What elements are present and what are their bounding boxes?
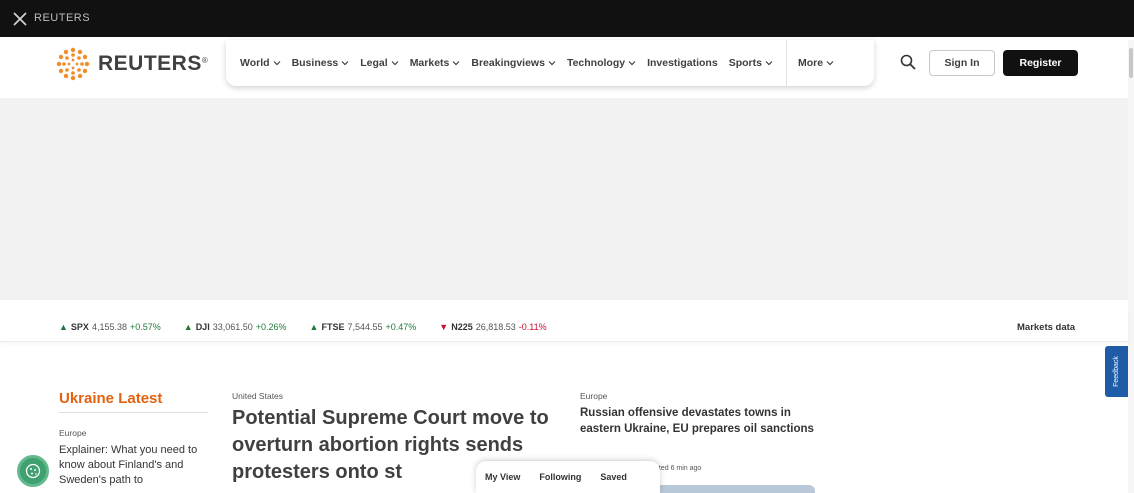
register-button[interactable]: Register: [1003, 50, 1078, 76]
cookie-settings-button[interactable]: [17, 455, 49, 487]
main-nav: World Business Legal Markets Breakingvie…: [226, 40, 874, 86]
ticker-value: 33,061.50: [212, 321, 253, 332]
ticker-symbol: N225: [451, 321, 473, 332]
ticker-value: 26,818.53: [475, 321, 516, 332]
arrow-up-icon: ▲: [309, 321, 319, 332]
strip-label: REUTERS: [34, 12, 91, 24]
ticker-change: +0.47%: [385, 321, 417, 332]
logo-text: REUTERS®: [98, 52, 209, 75]
updated-time: ated 6 min ago: [655, 465, 702, 472]
chevron-down-icon: [548, 61, 556, 66]
markets-data-link[interactable]: Markets data: [1017, 322, 1075, 333]
top-strip: REUTERS: [0, 0, 1134, 37]
scrollbar-thumb[interactable]: [1129, 48, 1133, 78]
cookie-icon: [25, 463, 41, 479]
chevron-down-icon: [341, 61, 349, 66]
ticker-ftse[interactable]: ▲ FTSE 7,544.55 +0.47%: [310, 322, 417, 332]
second-headline[interactable]: Russian offensive devastates towns in ea…: [580, 405, 820, 437]
nav-divider: [785, 40, 787, 86]
feedback-tab[interactable]: Feedback: [1105, 346, 1128, 397]
nav-world[interactable]: World: [240, 57, 281, 69]
chevron-down-icon: [391, 61, 399, 66]
saved-tab[interactable]: Saved: [600, 472, 627, 482]
ticker-symbol: FTSE: [321, 321, 345, 332]
feedback-label: Feedback: [1113, 356, 1120, 387]
nav-markets[interactable]: Markets: [410, 57, 461, 69]
nav-legal[interactable]: Legal: [360, 57, 399, 69]
chevron-down-icon: [826, 61, 834, 66]
ad-placeholder: [0, 98, 1128, 300]
nav-technology[interactable]: Technology: [567, 57, 636, 69]
chevron-down-icon: [452, 61, 460, 66]
market-ticker: ▲ SPX 4,155.38 +0.57% ▲ DJI 33,061.50 +0…: [0, 312, 1128, 342]
lead-kicker[interactable]: United States: [232, 391, 283, 401]
ukraine-kicker[interactable]: Europe: [59, 428, 86, 438]
ticker-value: 7,544.55: [347, 321, 383, 332]
ticker-spx[interactable]: ▲ SPX 4,155.38 +0.57%: [59, 322, 161, 332]
nav-breakingviews[interactable]: Breakingviews: [471, 57, 556, 69]
section-divider: [59, 412, 208, 413]
my-view-bar: My View Following Saved: [476, 461, 660, 493]
nav-business[interactable]: Business: [292, 57, 350, 69]
ticker-change: +0.26%: [255, 321, 287, 332]
chevron-down-icon: [765, 61, 773, 66]
ticker-change: +0.57%: [129, 321, 161, 332]
nav-investigations[interactable]: Investigations: [647, 57, 718, 69]
following-tab[interactable]: Following: [539, 472, 581, 482]
ukraine-latest-heading[interactable]: Ukraine Latest: [59, 390, 162, 407]
ticker-dji[interactable]: ▲ DJI 33,061.50 +0.26%: [184, 322, 287, 332]
ticker-symbol: SPX: [70, 321, 89, 332]
close-icon[interactable]: [12, 11, 28, 27]
reuters-logo[interactable]: REUTERS®: [56, 46, 208, 82]
nav-more[interactable]: More: [798, 57, 834, 69]
nav-sports[interactable]: Sports: [729, 57, 773, 69]
sign-in-button[interactable]: Sign In: [929, 50, 995, 76]
ticker-change: -0.11%: [518, 321, 547, 332]
chevron-down-icon: [273, 61, 280, 66]
arrow-up-icon: ▲: [59, 321, 68, 332]
arrow-down-icon: ▼: [439, 321, 449, 332]
chevron-down-icon: [628, 61, 636, 66]
arrow-up-icon: ▲: [183, 321, 193, 332]
my-view-tab[interactable]: My View: [485, 472, 520, 482]
ukraine-story-headline[interactable]: Explainer: What you need to know about F…: [59, 443, 211, 488]
ticker-n225[interactable]: ▼ N225 26,818.53 -0.11%: [439, 322, 546, 332]
search-icon[interactable]: [900, 54, 916, 70]
second-kicker[interactable]: Europe: [580, 391, 607, 401]
ticker-value: 4,155.38: [91, 321, 127, 332]
ticker-symbol: DJI: [195, 321, 210, 332]
logo-mark-icon: [56, 47, 90, 81]
scrollbar-track[interactable]: [1128, 40, 1134, 493]
story-photo[interactable]: [655, 485, 815, 493]
